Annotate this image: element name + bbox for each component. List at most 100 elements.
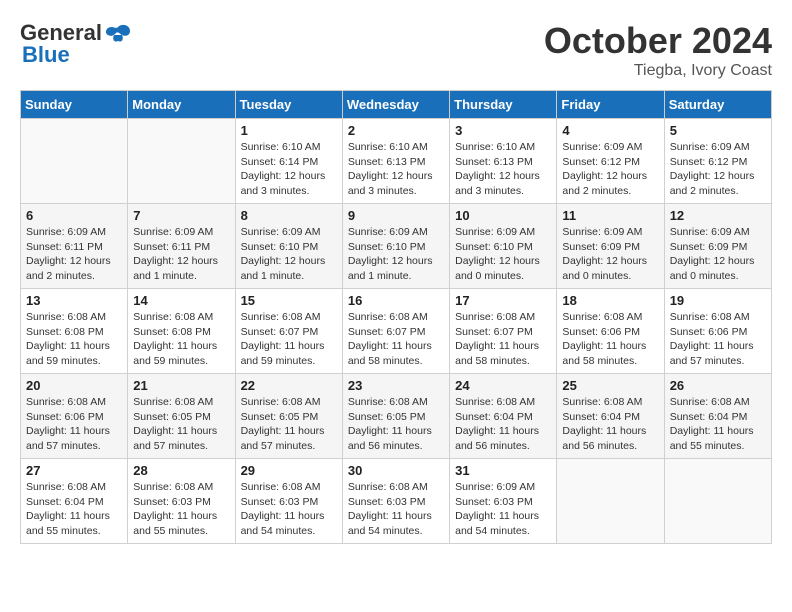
day-of-week-header: Wednesday	[342, 91, 449, 119]
day-of-week-header: Tuesday	[235, 91, 342, 119]
calendar-day-cell: 1 Sunrise: 6:10 AM Sunset: 6:14 PM Daylig…	[235, 119, 342, 204]
day-info: Sunrise: 6:08 AM Sunset: 6:06 PM Dayligh…	[562, 310, 658, 369]
month-title: October 2024	[544, 20, 772, 62]
calendar-day-cell: 17 Sunrise: 6:08 AM Sunset: 6:07 PM Dayli…	[450, 289, 557, 374]
day-number: 26	[670, 378, 766, 393]
calendar-day-cell: 25 Sunrise: 6:08 AM Sunset: 6:04 PM Dayli…	[557, 374, 664, 459]
day-number: 1	[241, 123, 337, 138]
calendar-day-cell: 15 Sunrise: 6:08 AM Sunset: 6:07 PM Dayli…	[235, 289, 342, 374]
logo: General Blue	[20, 20, 132, 68]
calendar-day-cell: 19Sunrise: 6:08 AM Sunset: 6:06 PM Dayli…	[664, 289, 771, 374]
day-of-week-header: Sunday	[21, 91, 128, 119]
day-info: Sunrise: 6:08 AM Sunset: 6:03 PM Dayligh…	[348, 480, 444, 539]
calendar-day-cell: 3 Sunrise: 6:10 AM Sunset: 6:13 PM Daylig…	[450, 119, 557, 204]
calendar-day-cell: 2Sunrise: 6:10 AM Sunset: 6:13 PM Daylig…	[342, 119, 449, 204]
day-number: 24	[455, 378, 551, 393]
day-number: 23	[348, 378, 444, 393]
day-info: Sunrise: 6:10 AM Sunset: 6:14 PM Dayligh…	[241, 140, 337, 199]
day-number: 22	[241, 378, 337, 393]
day-info: Sunrise: 6:10 AM Sunset: 6:13 PM Dayligh…	[455, 140, 551, 199]
page-header: General Blue October 2024 Tiegba, Ivory …	[20, 20, 772, 80]
day-info: Sunrise: 6:09 AM Sunset: 6:12 PM Dayligh…	[562, 140, 658, 199]
day-info: Sunrise: 6:08 AM Sunset: 6:08 PM Dayligh…	[26, 310, 122, 369]
day-number: 15	[241, 293, 337, 308]
calendar-day-cell: 18 Sunrise: 6:08 AM Sunset: 6:06 PM Dayli…	[557, 289, 664, 374]
day-info: Sunrise: 6:09 AM Sunset: 6:12 PM Dayligh…	[670, 140, 766, 199]
day-number: 4	[562, 123, 658, 138]
logo-bird-icon	[104, 23, 132, 45]
calendar-day-cell: 12 Sunrise: 6:09 AM Sunset: 6:09 PM Dayli…	[664, 204, 771, 289]
calendar-week-row: 20 Sunrise: 6:08 AM Sunset: 6:06 PM Dayli…	[21, 374, 772, 459]
calendar-table: SundayMondayTuesdayWednesdayThursdayFrid…	[20, 90, 772, 544]
day-info: Sunrise: 6:08 AM Sunset: 6:04 PM Dayligh…	[455, 395, 551, 454]
day-number: 28	[133, 463, 229, 478]
calendar-day-cell: 24 Sunrise: 6:08 AM Sunset: 6:04 PM Dayli…	[450, 374, 557, 459]
day-number: 13	[26, 293, 122, 308]
day-number: 18	[562, 293, 658, 308]
location-subtitle: Tiegba, Ivory Coast	[544, 62, 772, 80]
day-number: 7	[133, 208, 229, 223]
calendar-header-row: SundayMondayTuesdayWednesdayThursdayFrid…	[21, 91, 772, 119]
calendar-day-cell: 10Sunrise: 6:09 AM Sunset: 6:10 PM Dayli…	[450, 204, 557, 289]
day-number: 20	[26, 378, 122, 393]
day-info: Sunrise: 6:09 AM Sunset: 6:10 PM Dayligh…	[241, 225, 337, 284]
day-number: 6	[26, 208, 122, 223]
day-number: 27	[26, 463, 122, 478]
day-info: Sunrise: 6:08 AM Sunset: 6:07 PM Dayligh…	[455, 310, 551, 369]
calendar-day-cell: 26 Sunrise: 6:08 AM Sunset: 6:04 PM Dayli…	[664, 374, 771, 459]
day-number: 31	[455, 463, 551, 478]
day-info: Sunrise: 6:09 AM Sunset: 6:11 PM Dayligh…	[26, 225, 122, 284]
calendar-day-cell: 8 Sunrise: 6:09 AM Sunset: 6:10 PM Daylig…	[235, 204, 342, 289]
day-info: Sunrise: 6:09 AM Sunset: 6:10 PM Dayligh…	[348, 225, 444, 284]
day-number: 5	[670, 123, 766, 138]
day-info: Sunrise: 6:08 AM Sunset: 6:03 PM Dayligh…	[133, 480, 229, 539]
day-number: 10	[455, 208, 551, 223]
calendar-day-cell: 22Sunrise: 6:08 AM Sunset: 6:05 PM Dayli…	[235, 374, 342, 459]
day-info: Sunrise: 6:08 AM Sunset: 6:08 PM Dayligh…	[133, 310, 229, 369]
calendar-day-cell: 16Sunrise: 6:08 AM Sunset: 6:07 PM Dayli…	[342, 289, 449, 374]
day-info: Sunrise: 6:08 AM Sunset: 6:04 PM Dayligh…	[670, 395, 766, 454]
calendar-day-cell: 20 Sunrise: 6:08 AM Sunset: 6:06 PM Dayli…	[21, 374, 128, 459]
calendar-day-cell: 31 Sunrise: 6:09 AM Sunset: 6:03 PM Dayli…	[450, 459, 557, 544]
day-number: 16	[348, 293, 444, 308]
day-info: Sunrise: 6:08 AM Sunset: 6:05 PM Dayligh…	[133, 395, 229, 454]
calendar-day-cell: 23Sunrise: 6:08 AM Sunset: 6:05 PM Dayli…	[342, 374, 449, 459]
day-number: 14	[133, 293, 229, 308]
calendar-day-cell: 4 Sunrise: 6:09 AM Sunset: 6:12 PM Daylig…	[557, 119, 664, 204]
calendar-day-cell: 9 Sunrise: 6:09 AM Sunset: 6:10 PM Daylig…	[342, 204, 449, 289]
day-info: Sunrise: 6:08 AM Sunset: 6:04 PM Dayligh…	[26, 480, 122, 539]
day-info: Sunrise: 6:08 AM Sunset: 6:07 PM Dayligh…	[241, 310, 337, 369]
calendar-day-cell: 29 Sunrise: 6:08 AM Sunset: 6:03 PM Dayli…	[235, 459, 342, 544]
calendar-week-row: 13 Sunrise: 6:08 AM Sunset: 6:08 PM Dayli…	[21, 289, 772, 374]
day-info: Sunrise: 6:09 AM Sunset: 6:03 PM Dayligh…	[455, 480, 551, 539]
day-info: Sunrise: 6:08 AM Sunset: 6:03 PM Dayligh…	[241, 480, 337, 539]
calendar-day-cell: 21 Sunrise: 6:08 AM Sunset: 6:05 PM Dayli…	[128, 374, 235, 459]
day-of-week-header: Friday	[557, 91, 664, 119]
title-area: October 2024 Tiegba, Ivory Coast	[544, 20, 772, 80]
calendar-week-row: 6 Sunrise: 6:09 AM Sunset: 6:11 PM Daylig…	[21, 204, 772, 289]
calendar-day-cell: 6 Sunrise: 6:09 AM Sunset: 6:11 PM Daylig…	[21, 204, 128, 289]
calendar-day-cell: 13 Sunrise: 6:08 AM Sunset: 6:08 PM Dayli…	[21, 289, 128, 374]
calendar-day-cell: 11Sunrise: 6:09 AM Sunset: 6:09 PM Dayli…	[557, 204, 664, 289]
day-info: Sunrise: 6:08 AM Sunset: 6:06 PM Dayligh…	[26, 395, 122, 454]
calendar-day-cell: 5 Sunrise: 6:09 AM Sunset: 6:12 PM Daylig…	[664, 119, 771, 204]
day-of-week-header: Monday	[128, 91, 235, 119]
day-info: Sunrise: 6:08 AM Sunset: 6:04 PM Dayligh…	[562, 395, 658, 454]
day-number: 11	[562, 208, 658, 223]
day-number: 25	[562, 378, 658, 393]
day-number: 8	[241, 208, 337, 223]
day-info: Sunrise: 6:09 AM Sunset: 6:11 PM Dayligh…	[133, 225, 229, 284]
day-info: Sunrise: 6:09 AM Sunset: 6:09 PM Dayligh…	[670, 225, 766, 284]
calendar-day-cell	[557, 459, 664, 544]
calendar-day-cell: 7 Sunrise: 6:09 AM Sunset: 6:11 PM Daylig…	[128, 204, 235, 289]
day-number: 29	[241, 463, 337, 478]
calendar-day-cell: 14 Sunrise: 6:08 AM Sunset: 6:08 PM Dayli…	[128, 289, 235, 374]
day-number: 21	[133, 378, 229, 393]
day-number: 9	[348, 208, 444, 223]
day-number: 12	[670, 208, 766, 223]
day-number: 17	[455, 293, 551, 308]
day-number: 30	[348, 463, 444, 478]
calendar-day-cell	[21, 119, 128, 204]
day-number: 3	[455, 123, 551, 138]
calendar-day-cell: 30 Sunrise: 6:08 AM Sunset: 6:03 PM Dayli…	[342, 459, 449, 544]
